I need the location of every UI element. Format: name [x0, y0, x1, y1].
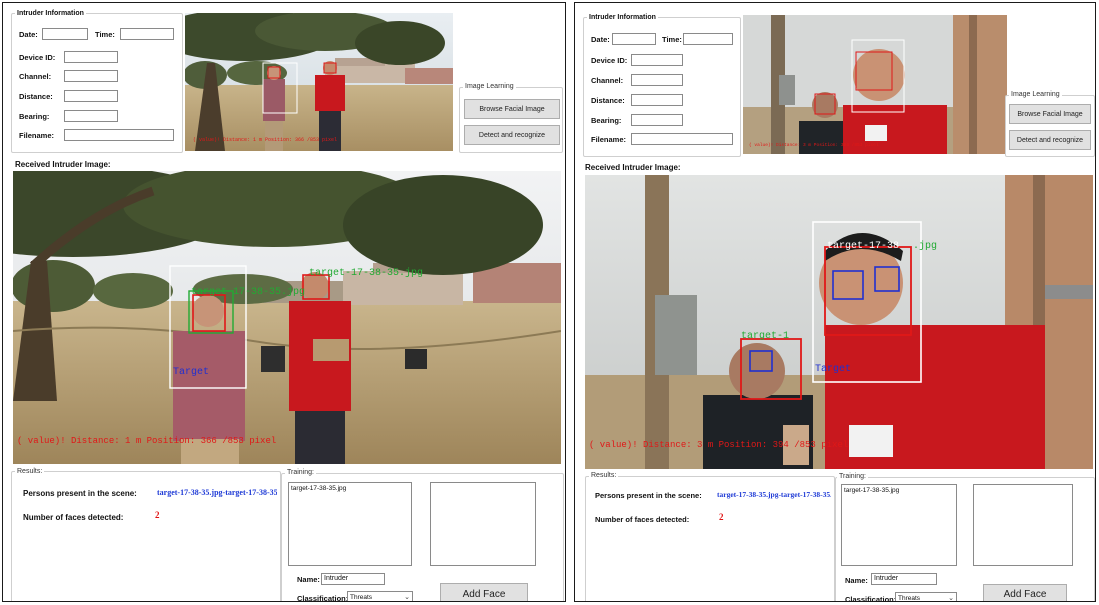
training-list-item[interactable]: target-17-38-35.jpg: [291, 485, 409, 492]
left-target-tag: Target: [173, 367, 209, 378]
channel-field[interactable]: [64, 70, 118, 82]
name-input-2[interactable]: Intruder: [871, 573, 937, 585]
received-image-label: Received Intruder Image:: [15, 160, 111, 169]
persons-label: Persons present in the scene:: [23, 489, 137, 498]
thumbnail-scene: ( value)! Distance: 1 m Position: 366 /8…: [185, 13, 453, 151]
device-id-field[interactable]: [64, 51, 118, 63]
classification-select[interactable]: Threats ⌄: [347, 591, 413, 601]
classification-label-2: Classification:: [845, 595, 897, 602]
image-learning-title-2: Image Learning: [1009, 91, 1062, 98]
distance-field-2[interactable]: [631, 94, 683, 106]
filename-field-2[interactable]: [631, 133, 733, 145]
received-image-label-2: Received Intruder Image:: [585, 163, 681, 172]
faces-count-2: 2: [719, 512, 724, 522]
thumb-status-text: ( value)! Distance: 1 m Position: 366 /8…: [193, 137, 337, 143]
filename-label-2: Filename:: [591, 135, 627, 144]
received-scene-2: target-17-38 .jpg target-1 Target ( valu…: [585, 175, 1093, 469]
distance-label: Distance:: [19, 92, 53, 101]
left-status-text: ( value)! Distance: 1 m Position: 366 /8…: [17, 436, 276, 446]
time-label-2: Time:: [662, 35, 682, 44]
add-face-button-2[interactable]: Add Face: [983, 584, 1067, 601]
distance-field[interactable]: [64, 90, 118, 102]
device-id-label-2: Device ID:: [591, 56, 628, 65]
right-status-text: ( value)! Distance: 3 m Position: 394 /8…: [589, 440, 848, 450]
persons-label-2: Persons present in the scene:: [595, 491, 702, 500]
channel-field-2[interactable]: [631, 74, 683, 86]
left-face-tag-1: target-17-38-35.jpg: [191, 286, 305, 298]
name-label: Name:: [297, 575, 320, 584]
intruder-info-title: Intruder Information: [15, 10, 86, 17]
time-field[interactable]: [120, 28, 174, 40]
classification-select-2[interactable]: Threats ⌄: [895, 592, 957, 602]
chevron-down-icon-2: ⌄: [948, 595, 954, 602]
faces-label: Number of faces detected:: [23, 513, 124, 522]
training-title-2: Training:: [837, 473, 868, 480]
faces-label-2: Number of faces detected:: [595, 515, 690, 524]
thumbnail-image-2: ( value)! Distance: 3 m Position: 394 /8…: [743, 15, 1007, 154]
right-target-tag: Target: [815, 364, 851, 375]
detect-recognize-button[interactable]: Detect and recognize: [464, 125, 560, 145]
results-title: Results:: [15, 468, 45, 475]
time-field-2[interactable]: [683, 33, 733, 45]
received-scene: target-17-38-35.jpg target-17-38-35.jpg …: [13, 171, 561, 464]
classification-value: Threats: [350, 594, 373, 601]
bearing-field-2[interactable]: [631, 114, 683, 126]
device-id-label: Device ID:: [19, 53, 56, 62]
training-list-item-2[interactable]: target-17-38-35.jpg: [844, 487, 954, 494]
image-learning-title: Image Learning: [463, 83, 516, 90]
distance-label-2: Distance:: [591, 96, 625, 105]
time-label: Time:: [95, 30, 115, 39]
persons-value-2: target-17-38-35.jpg-target-17-38-35.jpg: [717, 490, 831, 499]
name-label-2: Name:: [845, 576, 868, 585]
results-title-2: Results:: [589, 472, 619, 479]
intruder-info-title-2: Intruder Information: [587, 14, 658, 21]
bearing-label: Bearing:: [19, 112, 50, 121]
date-label: Date:: [19, 30, 38, 39]
app-window-left: Intruder Information Date: Time: Device …: [2, 2, 566, 602]
bearing-field[interactable]: [64, 110, 118, 122]
right-face-tag-1: target-17-38: [827, 241, 899, 252]
faces-count: 2: [155, 510, 160, 520]
app-window-right: Intruder Information Date: Time: Device …: [574, 2, 1096, 602]
thumbnail-image: ( value)! Distance: 1 m Position: 366 /8…: [185, 13, 453, 151]
date-field-2[interactable]: [612, 33, 656, 45]
browse-facial-image-button[interactable]: Browse Facial Image: [464, 99, 560, 119]
filename-label: Filename:: [19, 131, 55, 140]
thumbnail-scene-2: ( value)! Distance: 3 m Position: 394 /8…: [743, 15, 1007, 154]
date-field[interactable]: [42, 28, 88, 40]
received-intruder-image: target-17-38-35.jpg target-17-38-35.jpg …: [13, 171, 561, 464]
add-face-button[interactable]: Add Face: [440, 583, 528, 601]
name-input[interactable]: Intruder: [321, 573, 385, 585]
channel-label: Channel:: [19, 72, 52, 81]
thumb-status-text-2: ( value)! Distance: 3 m Position: 394 /8…: [749, 142, 879, 148]
device-id-field-2[interactable]: [631, 54, 683, 66]
filename-field[interactable]: [64, 129, 174, 141]
training-preview-box: [430, 482, 536, 566]
training-list[interactable]: target-17-38-35.jpg: [288, 482, 412, 566]
classification-label: Classification:: [297, 594, 349, 602]
right-jpg-fragment: .jpg: [913, 240, 937, 252]
received-intruder-image-2: target-17-38 .jpg target-1 Target ( valu…: [585, 175, 1093, 469]
training-preview-box-2: [973, 484, 1073, 566]
bearing-label-2: Bearing:: [591, 116, 622, 125]
training-title: Training:: [285, 469, 316, 476]
left-face-tag-2: target-17-38-35.jpg: [309, 267, 423, 279]
right-face-tag-2: target-1: [741, 331, 789, 342]
classification-value-2: Threats: [898, 595, 921, 602]
training-list-2[interactable]: target-17-38-35.jpg: [841, 484, 957, 566]
channel-label-2: Channel:: [591, 76, 624, 85]
chevron-down-icon: ⌄: [404, 594, 410, 601]
detect-recognize-button-2[interactable]: Detect and recognize: [1009, 130, 1091, 150]
date-label-2: Date:: [591, 35, 610, 44]
browse-facial-image-button-2[interactable]: Browse Facial Image: [1009, 104, 1091, 124]
persons-value: target-17-38-35.jpg-target-17-38-35.jpg: [157, 488, 277, 497]
